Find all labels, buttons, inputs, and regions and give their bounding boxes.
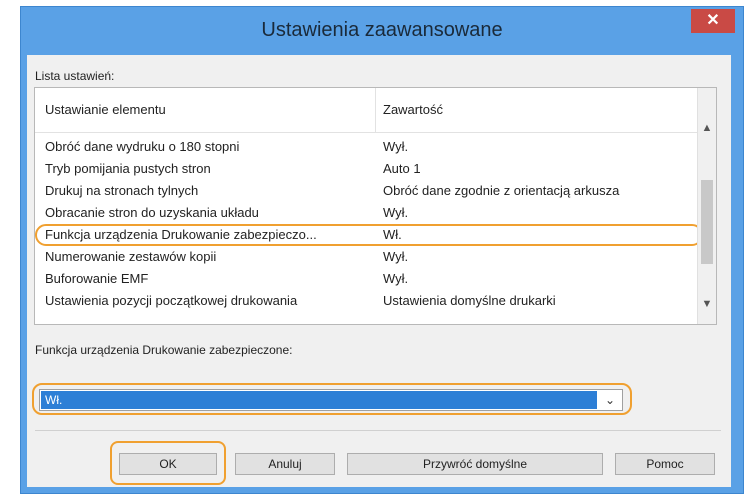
list-item-name: Ustawienia pozycji początkowej drukowani… [45, 293, 298, 308]
list-item[interactable]: Drukuj na stronach tylnych Obróć dane zg… [35, 180, 699, 202]
list-item-name: Numerowanie zestawów kopii [45, 249, 217, 264]
list-item[interactable]: Ustawienia pozycji początkowej drukowani… [35, 290, 699, 312]
help-button[interactable]: Pomoc [615, 453, 715, 475]
list-item-name: Buforowanie EMF [45, 271, 149, 286]
settings-list-label: Lista ustawień: [35, 69, 115, 83]
settings-rows: Obróć dane wydruku o 180 stopni Wył. Try… [35, 136, 703, 312]
secure-print-select[interactable]: Wł. ⌄ [39, 389, 623, 411]
list-item-name: Funkcja urządzenia Drukowanie zabezpiecz… [45, 227, 317, 242]
chevron-down-icon[interactable]: ▼ [698, 294, 716, 314]
advanced-settings-dialog: Ustawienia zaawansowane ✕ Lista ustawień… [20, 6, 744, 494]
list-item-name: Obróć dane wydruku o 180 stopni [45, 139, 240, 154]
list-item-name: Tryb pomijania pustych stron [45, 161, 211, 176]
dialog-body: Lista ustawień: Ustawianie elementu Zawa… [27, 55, 731, 487]
list-item-value: Ustawienia domyślne drukarki [383, 293, 556, 308]
list-header: Ustawianie elementu Zawartość [35, 88, 699, 133]
divider [35, 430, 721, 431]
list-item[interactable]: Obracanie stron do uzyskania układu Wył. [35, 202, 699, 224]
scroll-thumb[interactable] [701, 180, 713, 264]
column-header-content[interactable]: Zawartość [383, 102, 443, 117]
restore-defaults-button[interactable]: Przywróć domyślne [347, 453, 603, 475]
chevron-up-icon[interactable]: ▲ [698, 118, 716, 138]
chevron-down-icon[interactable]: ⌄ [599, 391, 621, 409]
window-title: Ustawienia zaawansowane [261, 19, 503, 41]
list-item-value: Wył. [383, 271, 409, 286]
list-item-value: Auto 1 [383, 161, 421, 176]
column-separator[interactable] [375, 88, 376, 132]
close-button[interactable]: ✕ [691, 9, 735, 33]
secure-print-selected-value: Wł. [41, 391, 597, 409]
ok-button[interactable]: OK [119, 453, 217, 475]
list-item-value: Wył. [383, 249, 409, 264]
list-item-value: Wył. [383, 205, 409, 220]
list-item-value: Wył. [383, 139, 409, 154]
close-icon: ✕ [706, 12, 720, 29]
list-item-name: Drukuj na stronach tylnych [45, 183, 199, 198]
list-item-name: Obracanie stron do uzyskania układu [45, 205, 259, 220]
cancel-button[interactable]: Anuluj [235, 453, 335, 475]
settings-list[interactable]: Ustawianie elementu Zawartość Obróć dane… [34, 87, 717, 325]
list-scrollbar[interactable]: ▲ ▼ [697, 88, 716, 324]
list-item[interactable]: Buforowanie EMF Wył. [35, 268, 699, 290]
title-bar: Ustawienia zaawansowane ✕ [21, 7, 743, 53]
list-item-value: Obróć dane zgodnie z orientacją arkusza [383, 183, 620, 198]
list-item-selected[interactable]: Funkcja urządzenia Drukowanie zabezpiecz… [35, 224, 703, 246]
list-item[interactable]: Tryb pomijania pustych stron Auto 1 [35, 158, 699, 180]
secure-print-label: Funkcja urządzenia Drukowanie zabezpiecz… [35, 343, 293, 357]
list-item[interactable]: Numerowanie zestawów kopii Wył. [35, 246, 699, 268]
column-header-item[interactable]: Ustawianie elementu [45, 102, 166, 117]
list-item[interactable]: Obróć dane wydruku o 180 stopni Wył. [35, 136, 699, 158]
list-item-value: Wł. [383, 227, 402, 242]
